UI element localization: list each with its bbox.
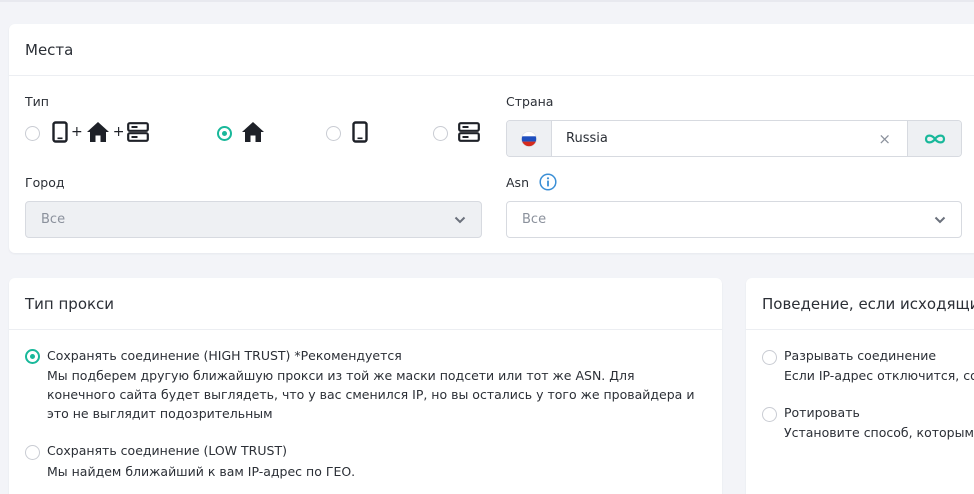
flag-cell [507,121,552,156]
rotate-desc: Установите способ, которым вы [784,425,974,440]
high-trust-title[interactable]: Сохранять соединение (HIGH TRUST) *Реком… [47,348,402,363]
rotate-radio[interactable] [762,407,777,422]
country-text: Russia [566,131,608,146]
chevron-down-icon [934,216,946,224]
asn-value: Все [522,212,547,227]
disconnect-title[interactable]: Разрывать соединение [784,348,936,363]
disconnect-desc: Если IP-адрес отключится, соед [784,368,974,383]
asn-select[interactable]: Все [506,201,962,238]
country-label: Страна [506,94,554,109]
info-icon[interactable] [539,173,557,191]
infinity-icon [924,134,945,143]
country-select[interactable]: Russia × [506,120,962,157]
plus-sign: + [112,124,125,140]
top-divider [0,0,974,2]
disconnect-radio[interactable] [762,350,777,365]
high-trust-desc: Мы подберем другую ближайшую прокси из т… [47,368,695,421]
type-radio-all[interactable] [25,126,40,141]
chevron-down-icon [454,216,466,224]
mobile-icon[interactable] [352,121,368,143]
mobile-icon [52,121,68,143]
type-radio-residential[interactable] [217,126,232,141]
behavior-card: Поведение, если исходящий Разрывать соед… [746,278,974,494]
high-trust-radio[interactable] [25,349,40,364]
home-icon[interactable] [241,121,265,143]
infinity-button[interactable] [907,121,961,156]
proxy-type-title: Тип прокси [9,278,722,330]
type-option-all[interactable]: + + [52,121,150,143]
places-title: Места [9,24,974,76]
city-value: Все [41,212,66,227]
places-card: Места Тип + + Страна Russia × Город Все … [9,24,974,253]
plus-sign: + [71,124,83,140]
city-select[interactable]: Все [25,201,482,238]
country-value[interactable]: Russia × [552,121,907,156]
low-trust-desc: Мы найдем ближайший к вам IP-адрес по ГЕ… [47,464,356,479]
city-label: Город [25,175,65,190]
type-label: Тип [25,94,49,109]
asn-label: Asn [506,175,529,190]
type-radio-mobile[interactable] [326,126,341,141]
rotate-title[interactable]: Ротировать [784,405,860,420]
low-trust-title[interactable]: Сохранять соединение (LOW TRUST) [47,443,287,458]
server-icon [127,122,150,142]
russia-flag-icon [521,130,537,147]
low-trust-radio[interactable] [25,445,40,460]
type-radio-datacenter[interactable] [433,126,448,141]
proxy-type-card: Тип прокси Сохранять соединение (HIGH TR… [9,278,722,494]
behavior-title: Поведение, если исходящий [746,278,974,330]
clear-icon[interactable]: × [878,130,891,148]
home-icon [86,122,109,142]
server-icon[interactable] [458,122,480,142]
